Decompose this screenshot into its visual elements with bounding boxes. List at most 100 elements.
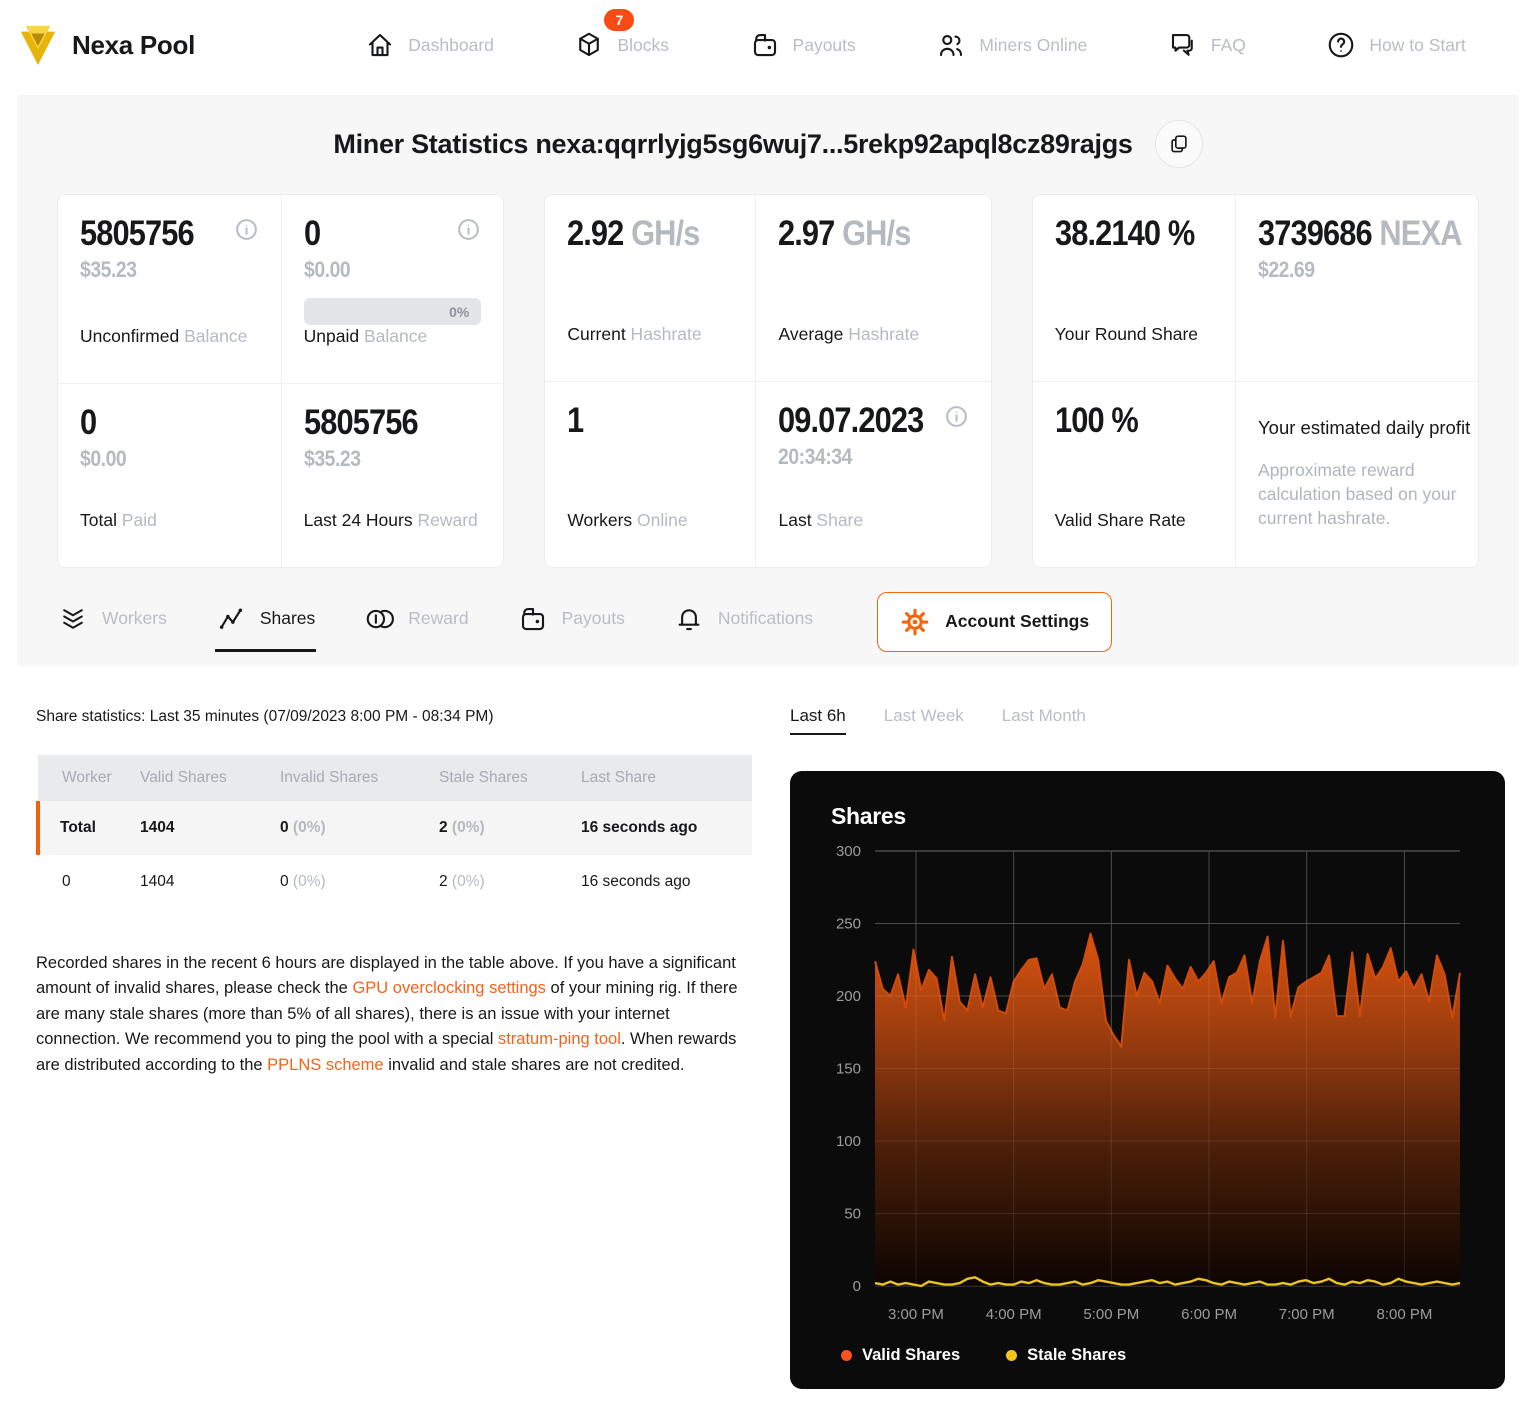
stat-value: 09.07.2023 — [778, 400, 924, 440]
nav-item-miners-online[interactable]: Miners Online — [936, 30, 1087, 60]
top-nav: Nexa Pool Dashboard Blocks 7 Payouts Min… — [0, 0, 1536, 90]
legend-item-valid-shares[interactable]: Valid Shares — [841, 1346, 960, 1365]
copy-address-button[interactable] — [1154, 120, 1203, 168]
stat-label: Valid Share Rate — [1054, 510, 1186, 530]
chart-column: Last 6h Last Week Last Month Shares 0 50 1… — [790, 704, 1505, 1389]
card-valid-share-rate: 100 % Valid Share Rate — [1032, 380, 1236, 567]
brand[interactable]: Nexa Pool — [17, 22, 195, 68]
nav-item-dashboard[interactable]: Dashboard — [365, 30, 494, 60]
stat-unit: GH/s — [834, 214, 912, 253]
balance-block: 5805756 $35.23 Unconfirmed Balance 0 $0.… — [57, 194, 505, 568]
tab-reward[interactable]: Reward — [363, 592, 469, 652]
range-tab-last-week[interactable]: Last Week — [884, 706, 964, 735]
svg-text:150: 150 — [836, 1060, 861, 1077]
nav-item-faq[interactable]: FAQ — [1168, 30, 1246, 60]
nexa-logo-icon — [20, 25, 56, 66]
svg-text:200: 200 — [836, 988, 861, 1005]
miner-stats-panel: Miner Statistics nexa:qqrrlyjg5sg6wuj7..… — [17, 95, 1519, 666]
home-icon — [369, 33, 392, 57]
inline-link[interactable]: PPLNS scheme — [267, 1056, 383, 1074]
info-icon[interactable] — [456, 217, 481, 242]
nav-label: Dashboard — [408, 34, 494, 55]
legend-dot — [841, 1349, 852, 1361]
gear-icon — [901, 608, 929, 635]
tab-label: Notifications — [717, 608, 814, 628]
stat-usd: $0.00 — [80, 445, 127, 471]
nav-label: Blocks — [617, 34, 669, 55]
stat-value: 3739686 — [1258, 214, 1373, 253]
svg-text:4:00 PM: 4:00 PM — [986, 1306, 1042, 1323]
users-icon — [940, 34, 963, 57]
svg-text:50: 50 — [844, 1205, 861, 1222]
nav-item-how-to-start[interactable]: How to Start — [1326, 30, 1466, 60]
legend-item-stale-shares[interactable]: Stale Shares — [1006, 1346, 1126, 1365]
col-worker: Worker — [38, 754, 132, 801]
range-tab-last-6h[interactable]: Last 6h — [790, 706, 846, 735]
hashrate-block: 2.92 GH/s Current Hashrate 2.97 GH/s Ave… — [544, 194, 992, 568]
share-profit-block: 38.2140 % Your Round Share 3739686 NEXA … — [1031, 194, 1479, 568]
stat-time: 20:34:34 — [778, 443, 853, 469]
info-icon[interactable] — [234, 217, 259, 242]
account-settings-button[interactable]: Account Settings — [877, 591, 1113, 652]
tab-workers[interactable]: Workers — [57, 592, 168, 652]
inline-link[interactable]: stratum-ping tool — [498, 1030, 621, 1048]
stat-label: Last 24 Hours — [303, 510, 413, 530]
stat-value: 2.92 — [567, 214, 624, 253]
card-total-paid: 0 $0.00 Total Paid — [58, 382, 281, 567]
inline-link[interactable]: GPU overclocking settings — [352, 979, 546, 997]
unpaid-progress-bar: 0% — [303, 298, 482, 325]
stat-label: Your Round Share — [1054, 324, 1199, 345]
stat-label: Unpaid — [303, 326, 360, 346]
range-tab-last-month[interactable]: Last Month — [1002, 706, 1086, 735]
info-icon[interactable] — [944, 404, 969, 429]
stat-value: 38.2140 % — [1054, 214, 1195, 253]
svg-text:0: 0 — [853, 1278, 861, 1295]
blocks-badge: 7 — [604, 9, 635, 31]
legend-label: Valid Shares — [862, 1345, 961, 1364]
stat-label: Unconfirmed — [80, 326, 180, 346]
main-nav: Dashboard Blocks 7 Payouts Miners Online… — [325, 9, 1506, 60]
coins-icon — [366, 609, 395, 628]
stat-value: 0 — [303, 214, 321, 253]
stat-usd: $0.00 — [303, 257, 351, 282]
stat-value: 1 — [567, 400, 584, 440]
stat-unit: GH/s — [623, 214, 700, 253]
tab-notifications[interactable]: Notifications — [673, 592, 814, 652]
tab-label: Payouts — [561, 608, 625, 628]
wallet-icon — [521, 607, 544, 630]
question-circle-icon — [1329, 32, 1354, 58]
nav-label: How to Start — [1369, 34, 1466, 55]
table-row-total: Total 1404 0 (0%) 2 (0%) 16 seconds ago — [36, 800, 752, 855]
section-tabs: Workers Shares Reward Payouts Notificati… — [57, 591, 1479, 652]
svg-text:300: 300 — [836, 843, 861, 860]
stat-usd: $35.23 — [80, 257, 137, 282]
stat-label: Workers — [567, 510, 633, 530]
cube-icon — [579, 32, 600, 57]
card-daily-nexa: 3739686 NEXA $22.69 — [1235, 195, 1478, 381]
legend-label: Stale Shares — [1027, 1345, 1127, 1364]
chart-legend: Valid Shares Stale Shares — [841, 1346, 1505, 1365]
tab-payouts[interactable]: Payouts — [517, 592, 626, 652]
page-title: Miner Statistics nexa:qqrrlyjg5sg6wuj7..… — [333, 128, 1133, 159]
svg-text:250: 250 — [836, 915, 861, 932]
stat-label: Current — [567, 324, 626, 345]
col-invalid-shares: Invalid Shares — [272, 754, 431, 801]
tab-shares[interactable]: Shares — [214, 592, 317, 652]
shares-chart-panel: Shares 0 50 100 150 200 250 300 3:00 PM 4:00 PM 5… — [790, 770, 1505, 1389]
brand-name: Nexa Pool — [72, 29, 196, 60]
card-unconfirmed-balance: 5805756 $35.23 Unconfirmed Balance — [58, 195, 281, 383]
nav-item-blocks[interactable]: Blocks 7 — [574, 9, 669, 60]
stat-value: 0 — [80, 402, 97, 442]
scatter-chart-icon — [219, 608, 242, 629]
svg-text:100: 100 — [836, 1133, 861, 1150]
wallet-icon — [753, 33, 776, 57]
shares-section: Share statistics: Last 35 minutes (07/09… — [0, 666, 1536, 1419]
nav-item-payouts[interactable]: Payouts — [750, 30, 856, 60]
card-last-share: 09.07.2023 20:34:34 Last Share — [755, 380, 991, 567]
layers-icon — [63, 608, 83, 629]
card-last-24h-reward: 5805756 $35.23 Last 24 Hours Reward — [280, 382, 504, 567]
col-last-share: Last Share — [573, 754, 752, 801]
tab-label: Reward — [408, 608, 469, 628]
stat-usd: $22.69 — [1258, 257, 1315, 282]
svg-text:7:00 PM: 7:00 PM — [1279, 1306, 1335, 1323]
